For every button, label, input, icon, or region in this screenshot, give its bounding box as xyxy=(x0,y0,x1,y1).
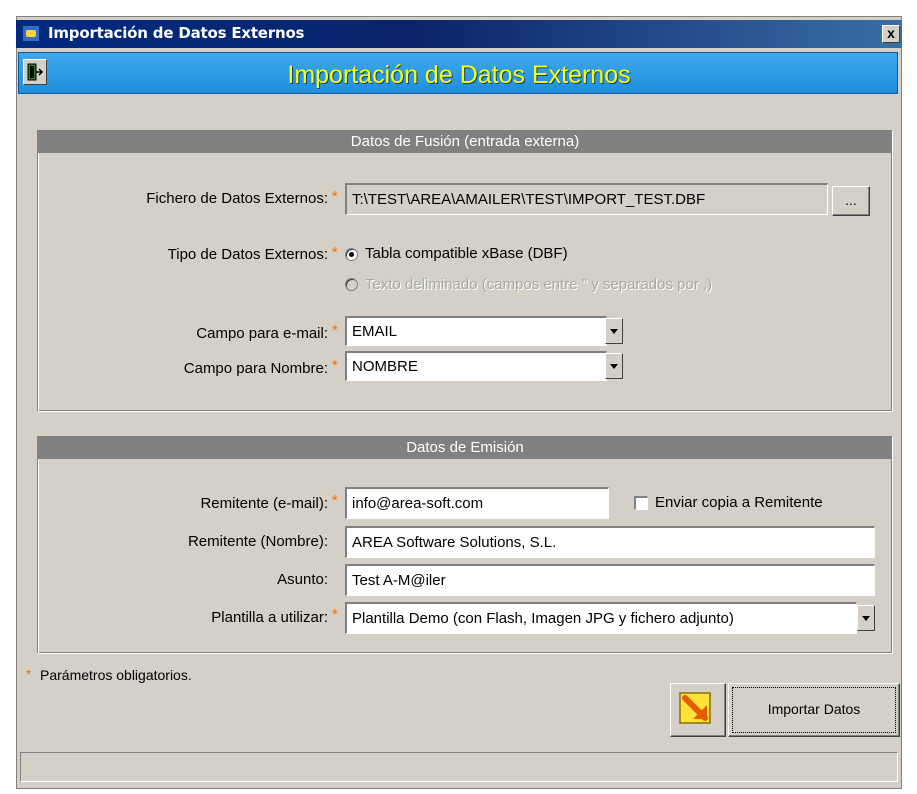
template-select[interactable]: Plantilla Demo (con Flash, Imagen JPG y … xyxy=(345,602,857,634)
name-field-dropdown-button[interactable] xyxy=(605,353,623,379)
type-option-text-label: Texto deliminado (campos entre " y separ… xyxy=(365,276,713,293)
fusion-group-heading: Datos de Fusión (entrada externa) xyxy=(38,131,892,153)
file-required-mark: * xyxy=(332,188,338,205)
app-icon xyxy=(22,25,40,42)
template-label: Plantilla a utilizar: xyxy=(211,609,328,626)
template-required-mark: * xyxy=(332,606,338,623)
import-arrow-icon xyxy=(679,692,711,724)
type-option-dbf-label[interactable]: Tabla compatible xBase (DBF) xyxy=(365,245,568,262)
type-option-dbf-radio[interactable] xyxy=(345,248,358,261)
window-title: Importación de Datos Externos xyxy=(48,24,305,42)
header-title: Importación de Datos Externos xyxy=(287,61,631,89)
import-icon-button[interactable] xyxy=(670,683,726,737)
email-field-label: Campo para e-mail: xyxy=(196,325,328,342)
name-field-label: Campo para Nombre: xyxy=(183,360,328,377)
type-option-text-radio xyxy=(345,278,358,291)
name-field-select[interactable]: NOMBRE xyxy=(345,351,607,381)
header-bar: Importación de Datos Externos xyxy=(18,52,898,94)
status-bar xyxy=(20,752,898,782)
sender-email-input[interactable]: info@area-soft.com xyxy=(345,487,609,519)
email-field-dropdown-button[interactable] xyxy=(605,318,623,344)
subject-input[interactable]: Test A-M@iler xyxy=(345,564,875,596)
import-data-button[interactable]: Importar Datos xyxy=(728,683,900,737)
template-dropdown-button[interactable] xyxy=(857,605,875,631)
subject-label: Asunto: xyxy=(277,571,328,588)
required-note-mark: * xyxy=(26,666,32,682)
email-field-required-mark: * xyxy=(332,322,338,339)
file-path-field[interactable]: T:\TEST\AREA\AMAILER\TEST\IMPORT_TEST.DB… xyxy=(345,183,828,215)
send-copy-checkbox[interactable] xyxy=(634,496,648,510)
type-label: Tipo de Datos Externos: xyxy=(167,246,328,263)
browse-button[interactable]: ... xyxy=(832,186,870,216)
emision-group-heading: Datos de Emisión xyxy=(38,437,892,459)
file-label: Fichero de Datos Externos: xyxy=(146,190,328,207)
sender-email-required-mark: * xyxy=(332,492,338,509)
name-field-required-mark: * xyxy=(332,357,338,374)
type-required-mark: * xyxy=(332,244,338,261)
email-field-select[interactable]: EMAIL xyxy=(345,316,607,346)
required-note: Parámetros obligatorios. xyxy=(40,667,192,683)
sender-email-label: Remitente (e-mail): xyxy=(200,495,328,512)
send-copy-label[interactable]: Enviar copia a Remitente xyxy=(655,494,823,511)
sender-name-label: Remitente (Nombre): xyxy=(187,533,328,550)
sender-name-input[interactable]: AREA Software Solutions, S.L. xyxy=(345,526,875,558)
title-bar[interactable]: Importación de Datos Externos x xyxy=(16,20,902,48)
close-button[interactable]: x xyxy=(882,25,900,43)
